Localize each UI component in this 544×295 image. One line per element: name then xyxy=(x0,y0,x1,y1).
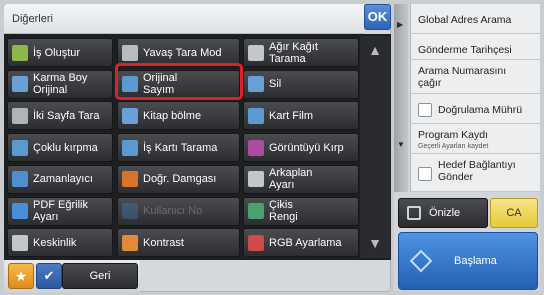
scroll-up-button[interactable]: ▲ xyxy=(360,36,390,64)
right-item-5[interactable]: Hedef Bağlantıyı Gönder xyxy=(410,156,540,192)
preview-icon xyxy=(407,206,421,220)
grid-button-col1-2[interactable]: İki Sayfa Tara xyxy=(7,101,113,131)
right-item-label: Doğrulama Mührü xyxy=(438,104,523,116)
contrast-icon xyxy=(122,234,138,251)
user-number-icon xyxy=(122,203,138,219)
right-item-sublabel: Geçerli Ayarları kaydet xyxy=(418,143,489,150)
grid-scrollbar: ▲ ▼ xyxy=(360,36,390,258)
grid-button-col1-0[interactable]: İş Oluştur xyxy=(7,38,113,67)
grid-button-col1-1[interactable]: Karma Boy Orijinal xyxy=(7,69,113,99)
grid-button-label: Ağır Kağıt Tarama xyxy=(269,40,318,65)
right-item-3[interactable]: Doğrulama Mührü xyxy=(410,96,540,124)
sharpness-icon xyxy=(12,234,28,251)
grid-button-col1-5[interactable]: PDF Eğrilik Ayarı xyxy=(7,196,113,226)
grid-button-label: Kitap bölme xyxy=(143,109,202,122)
expand-right-icon: ▶ xyxy=(397,20,404,29)
right-item-4[interactable]: Program Kaydı Geçerli Ayarları kaydet xyxy=(410,126,540,154)
grid-button-label: Çoklu kırpma xyxy=(33,141,98,154)
check-button[interactable]: ✔ xyxy=(36,263,62,289)
star-icon: ★ xyxy=(14,267,28,284)
rgb-adjust-icon xyxy=(248,234,264,251)
grid-button-label: Keskinlik xyxy=(33,236,77,249)
grid-button-label: Kontrast xyxy=(143,236,184,249)
grid-button-label: Arkaplan Ayarı xyxy=(269,167,313,192)
right-item-label: Global Adres Arama xyxy=(418,14,512,26)
right-item-label: Program Kaydı xyxy=(418,129,489,141)
grid-button-col2-5: Kullanıcı No xyxy=(117,196,240,226)
grid-button-col2-6[interactable]: Kontrast xyxy=(117,228,240,258)
grid-button-label: RGB Ayarlama xyxy=(269,236,342,249)
right-item-label: Gönderme Tarihçesi xyxy=(418,44,512,56)
grid-button-label: Kart Film xyxy=(269,109,313,122)
grid-button-col2-4[interactable]: Doğr. Damgası xyxy=(117,164,240,194)
timer-icon xyxy=(12,171,28,188)
right-item-label: Arama Numarasını çağır xyxy=(418,65,507,89)
check-icon: ✔ xyxy=(43,268,55,283)
collapse-down-icon: ▼ xyxy=(397,140,405,149)
checkbox[interactable] xyxy=(418,167,432,181)
preview-button[interactable]: Önizle xyxy=(398,198,488,228)
grid-button-col2-3[interactable]: İş Kartı Tarama xyxy=(117,133,240,163)
output-color-icon xyxy=(248,203,264,219)
grid-button-col2-2[interactable]: Kitap bölme xyxy=(117,101,240,131)
start-button[interactable]: Başlama xyxy=(398,232,538,290)
card-scan-icon xyxy=(122,139,138,156)
grid-button-col3-0[interactable]: Ağır Kağıt Tarama xyxy=(243,38,359,67)
grid-button-col3-3[interactable]: Görüntüyü Kırp xyxy=(243,133,359,163)
grid-button-label: Yavaş Tara Mod xyxy=(143,46,222,59)
side-panel-handle[interactable] xyxy=(394,4,408,192)
grid-button-label: Doğr. Damgası xyxy=(143,173,217,186)
background-adjust-icon xyxy=(248,171,264,188)
scroll-down-button[interactable]: ▼ xyxy=(360,229,390,257)
grid-button-label: Karma Boy Orijinal xyxy=(33,72,88,97)
book-divide-icon xyxy=(122,107,138,124)
checkbox[interactable] xyxy=(418,103,432,117)
grid-button-col1-6[interactable]: Keskinlik xyxy=(7,228,113,258)
grid-button-label: İş Oluştur xyxy=(33,46,81,59)
grid-button-label: Sil xyxy=(269,78,282,91)
mixed-size-icon xyxy=(12,76,28,93)
ok-button[interactable]: OK xyxy=(364,4,391,30)
back-button[interactable]: Geri xyxy=(62,263,138,289)
right-item-2[interactable]: Arama Numarasını çağır xyxy=(410,62,540,94)
start-label: Başlama xyxy=(454,255,497,267)
ca-button[interactable]: CA xyxy=(490,198,538,228)
grid-button-label: Kullanıcı No xyxy=(143,205,203,217)
slow-scan-icon xyxy=(122,44,138,61)
multi-crop-icon xyxy=(12,139,28,156)
erase-icon xyxy=(248,76,264,93)
pdf-skew-icon xyxy=(12,203,28,219)
grid-button-col3-4[interactable]: Arkaplan Ayarı xyxy=(243,164,359,194)
image-crop-icon xyxy=(248,139,264,156)
grid-button-label: Çikis Rengi xyxy=(269,199,298,223)
start-icon xyxy=(409,249,433,273)
right-item-0[interactable]: Global Adres Arama xyxy=(410,6,540,34)
grid-button-label: İş Kartı Tarama xyxy=(143,141,218,154)
grid-button-label: İki Sayfa Tara xyxy=(33,109,100,122)
verify-stamp-icon xyxy=(122,171,138,188)
grid-button-col3-1[interactable]: Sil xyxy=(243,69,359,99)
grid-button-col1-3[interactable]: Çoklu kırpma xyxy=(7,133,113,163)
grid-button-col3-6[interactable]: RGB Ayarlama xyxy=(243,228,359,258)
preview-label: Önizle xyxy=(429,207,461,219)
grid-button-col1-4[interactable]: Zamanlayıcı xyxy=(7,164,113,194)
grid-button-label: Zamanlayıcı xyxy=(33,173,93,186)
card-film-icon xyxy=(248,107,264,124)
panel-title: Diğerleri xyxy=(4,4,364,34)
heavy-paper-icon xyxy=(248,44,264,61)
job-build-icon xyxy=(12,44,28,61)
selected-highlight xyxy=(115,63,243,100)
grid-button-col3-5[interactable]: Çikis Rengi xyxy=(243,196,359,226)
right-item-1[interactable]: Gönderme Tarihçesi xyxy=(410,36,540,60)
grid-button-label: PDF Eğrilik Ayarı xyxy=(33,199,89,223)
right-item-label: Hedef Bağlantıyı Gönder xyxy=(438,159,516,183)
two-page-icon xyxy=(12,107,28,124)
favorite-button[interactable]: ★ xyxy=(8,263,34,289)
grid-button-label: Görüntüyü Kırp xyxy=(269,141,344,154)
grid-button-col3-2[interactable]: Kart Film xyxy=(243,101,359,131)
